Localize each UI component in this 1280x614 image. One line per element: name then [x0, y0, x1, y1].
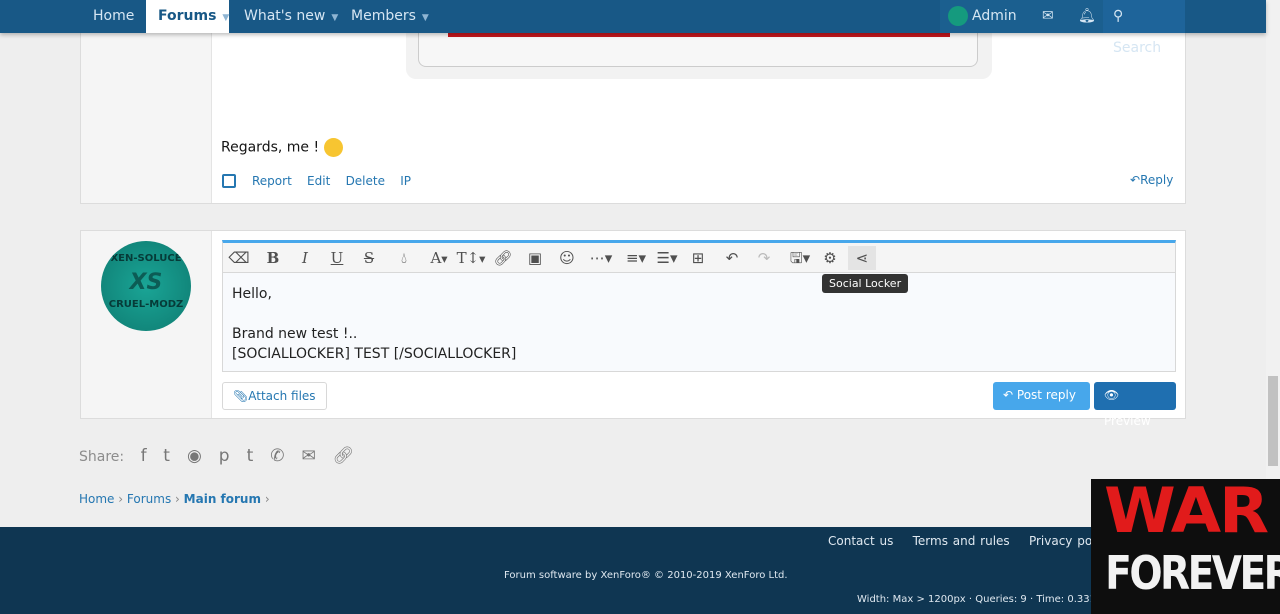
share-icon[interactable]: ⋖: [848, 246, 876, 270]
twitter-icon[interactable]: t: [163, 446, 187, 466]
underline-icon[interactable]: U: [323, 246, 351, 270]
account-name: Admin: [972, 8, 1017, 24]
eraser-icon[interactable]: ⌫: [225, 246, 253, 270]
breadcrumb: Home › Forums › Main forum ›: [79, 492, 270, 506]
editor-line: Brand new test !..: [232, 326, 358, 342]
editor-toolbar: ⌫ B I U S 💧︎ A▾ T↕▾ 🔗︎ ▣ ☺ ⋯▾ ≡▾ ☰▾ ⊞ ↶ …: [222, 240, 1176, 273]
nav-members[interactable]: Members ▼: [339, 0, 441, 33]
watermark-line1: WAR: [1103, 474, 1269, 547]
debug-info: Width: Max > 1200px · Queries: 9 · Time:…: [857, 594, 1126, 605]
top-nav: Home Forums ▼ What's new ▼ Members ▼ Admin …: [0, 0, 1266, 56]
attach-label: Attach files: [248, 389, 316, 403]
account-link[interactable]: Admin: [948, 0, 1017, 33]
chevron-down-icon[interactable]: ▼: [222, 13, 229, 23]
post-reply-button[interactable]: ↶ Post reply: [993, 382, 1090, 410]
search-label: Search: [1113, 40, 1162, 56]
message-editor[interactable]: Hello, Brand new test !.. [SOCIALLOCKER]…: [222, 273, 1176, 372]
whatsapp-icon[interactable]: ✆: [270, 446, 301, 466]
user-column: XEN-SOLUCE XS CRUEL-MODZ: [81, 231, 212, 418]
select-checkbox[interactable]: [222, 174, 236, 188]
contact-link[interactable]: Contact us: [828, 534, 893, 548]
bell-icon[interactable]: 🔔︎: [1066, 0, 1108, 33]
reddit-icon[interactable]: ◉: [187, 446, 219, 466]
breadcrumb-home[interactable]: Home: [79, 492, 114, 506]
scrollbar-thumb[interactable]: [1268, 376, 1278, 466]
footer: Contact us Terms and rules Privacy polic…: [0, 527, 1266, 614]
more-icon[interactable]: ⋯▾: [585, 246, 617, 270]
font-size-icon[interactable]: T↕▾: [455, 246, 487, 270]
editor-line: Hello,: [232, 286, 272, 302]
reply-label: Reply: [1140, 173, 1174, 187]
signature-text: Regards, me !: [221, 139, 320, 156]
font-family-icon[interactable]: A▾: [423, 246, 455, 270]
share-label: Share:: [79, 449, 125, 465]
preview-label: Preview: [1104, 414, 1151, 428]
strikethrough-icon[interactable]: S: [355, 246, 383, 270]
nav-whats-new-label: What's new: [244, 8, 326, 24]
nav-forums[interactable]: Forums ▼: [146, 0, 229, 33]
preview-button[interactable]: 👁︎ Preview: [1094, 382, 1176, 428]
chevron-down-icon[interactable]: ▼: [331, 13, 338, 23]
tumblr-icon[interactable]: t: [247, 446, 271, 466]
nav-forums-label: Forums: [158, 8, 217, 24]
nav-whats-new[interactable]: What's new ▼: [232, 0, 350, 33]
breadcrumb-forums[interactable]: Forums: [127, 492, 171, 506]
undo-icon[interactable]: ↶: [718, 246, 746, 270]
post-reply-label: Post reply: [1016, 388, 1076, 402]
redo-icon[interactable]: ↷: [750, 246, 778, 270]
inbox-icon[interactable]: ✉: [1030, 0, 1066, 33]
smiley-icon[interactable]: ☺: [553, 246, 581, 270]
watermark-logo: WAR FOREVER: [1091, 479, 1280, 614]
link-icon[interactable]: 🔗︎: [489, 246, 517, 270]
avatar-logo: XS: [129, 270, 163, 295]
nav-members-label: Members: [351, 8, 416, 24]
nav-user-area: Admin ✉ 🔔︎ ⚲ Search: [940, 0, 1185, 56]
text-color-icon[interactable]: 💧︎: [390, 246, 418, 270]
email-icon[interactable]: ✉: [302, 446, 333, 466]
edit-link[interactable]: Edit: [307, 174, 330, 188]
italic-icon[interactable]: I: [291, 246, 319, 270]
avatar[interactable]: XEN-SOLUCE XS CRUEL-MODZ: [101, 241, 191, 331]
editor-line: [SOCIALLOCKER] TEST [/SOCIALLOCKER]: [232, 346, 517, 362]
reply-link[interactable]: ↶Reply: [1130, 173, 1173, 187]
drafts-icon[interactable]: 🖫▾: [784, 246, 816, 270]
settings-icon[interactable]: ⚙: [816, 246, 844, 270]
table-icon[interactable]: ⊞: [684, 246, 712, 270]
embed-bar: [448, 33, 950, 37]
share-icons: ft◉pt✆✉🔗︎: [141, 446, 372, 466]
share-row: Share: ft◉pt✆✉🔗︎: [79, 446, 371, 466]
avatar-bottom-text: CRUEL-MODZ: [108, 299, 184, 310]
nav-home[interactable]: Home: [81, 0, 146, 33]
align-icon[interactable]: ≡▾: [620, 246, 652, 270]
quick-reply: XEN-SOLUCE XS CRUEL-MODZ ⌫ B I U S 💧︎ A▾…: [80, 230, 1186, 428]
search-button[interactable]: ⚲ Search: [1103, 0, 1185, 56]
paperclip-icon: 📎︎: [233, 389, 249, 403]
chevron-down-icon[interactable]: ▼: [422, 13, 429, 23]
bold-icon[interactable]: B: [259, 246, 287, 270]
list-icon[interactable]: ☰▾: [651, 246, 683, 270]
watermark-line2: FOREVER: [1105, 546, 1280, 600]
reply-icon: ↶: [1003, 388, 1014, 402]
copyright: Forum software by XenForo® © 2010-2019 X…: [504, 570, 788, 581]
smiley-icon: [323, 138, 343, 157]
signature: Regards, me !: [221, 138, 343, 157]
facebook-icon[interactable]: f: [141, 446, 164, 466]
reply-icon: ↶: [1130, 173, 1141, 187]
eye-icon: 👁︎: [1104, 388, 1120, 402]
post-actions: Report Edit Delete IP: [252, 174, 411, 188]
image-icon[interactable]: ▣: [521, 246, 549, 270]
ip-link[interactable]: IP: [400, 174, 411, 188]
report-link[interactable]: Report: [252, 174, 292, 188]
terms-link[interactable]: Terms and rules: [913, 534, 1010, 548]
avatar-top-text: XEN-SOLUCE: [110, 253, 182, 264]
link-icon[interactable]: 🔗︎: [333, 446, 372, 466]
breadcrumb-main-forum[interactable]: Main forum: [184, 492, 261, 506]
delete-link[interactable]: Delete: [346, 174, 385, 188]
search-icon: ⚲: [1113, 8, 1124, 24]
tooltip: Social Locker: [822, 274, 909, 293]
attach-files-button[interactable]: 📎︎Attach files: [222, 382, 327, 410]
pinterest-icon[interactable]: p: [219, 446, 247, 466]
avatar: [948, 6, 968, 26]
